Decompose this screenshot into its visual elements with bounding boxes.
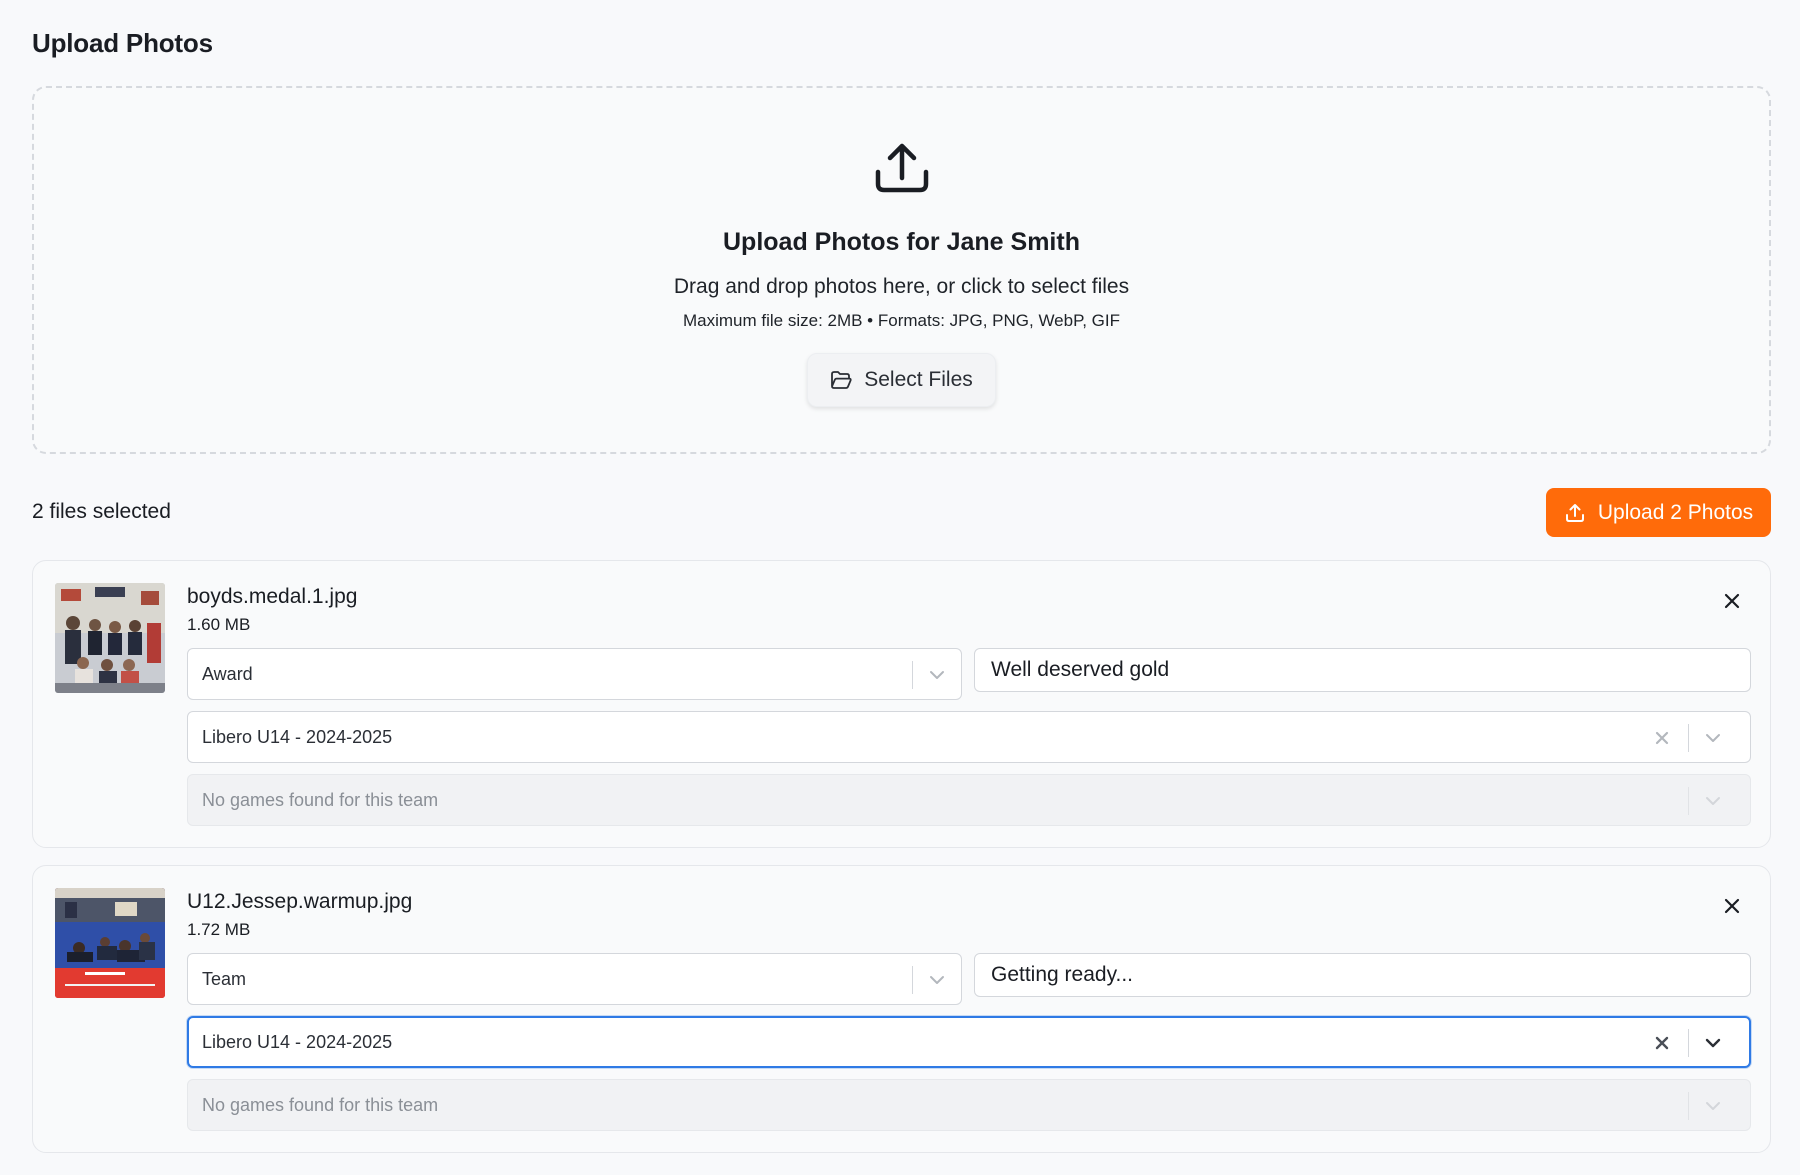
category-value: Team	[202, 969, 247, 989]
remove-file-button[interactable]	[1720, 894, 1744, 918]
caption-input[interactable]	[974, 648, 1751, 692]
chevron-down-icon[interactable]	[926, 664, 948, 686]
select-separator	[1688, 1029, 1689, 1057]
select-files-button[interactable]: Select Files	[807, 353, 996, 407]
game-select: No games found for this team	[187, 774, 1751, 826]
remove-file-button[interactable]	[1720, 589, 1744, 613]
game-placeholder: No games found for this team	[202, 790, 439, 810]
dropzone-formats: Maximum file size: 2MB • Formats: JPG, P…	[682, 311, 1121, 330]
photo-thumbnail	[55, 888, 165, 998]
select-separator	[1688, 787, 1689, 815]
photo-dropzone[interactable]: Upload Photos for Jane Smith Drag and dr…	[32, 86, 1771, 454]
folder-open-icon	[831, 371, 852, 389]
chevron-down-icon[interactable]	[1702, 727, 1724, 749]
select-separator	[912, 661, 913, 689]
clear-icon[interactable]	[1651, 727, 1673, 749]
dropzone-subtitle: Drag and drop photos here, or click to s…	[673, 275, 1130, 298]
select-files-label: Select Files	[864, 368, 973, 391]
file-card: boyds.medal.1.jpg 1.60 MB Award Libero U…	[32, 560, 1771, 848]
select-separator	[1688, 1092, 1689, 1120]
chevron-down-icon	[1706, 1102, 1720, 1110]
upload-tray-icon	[875, 143, 928, 193]
team-value: Libero U14 - 2024-2025	[202, 727, 393, 747]
dropzone-title: Upload Photos for Jane Smith	[723, 228, 1080, 256]
photo-thumbnail	[55, 583, 165, 693]
file-card: U12.Jessep.warmup.jpg 1.72 MB Team Liber…	[32, 865, 1771, 1153]
category-select[interactable]: Team	[187, 953, 962, 1005]
upload-icon	[1565, 503, 1584, 522]
team-select[interactable]: Libero U14 - 2024-2025	[187, 1016, 1751, 1068]
caption-input[interactable]	[974, 953, 1751, 997]
close-icon	[1724, 898, 1740, 914]
file-size: 1.60 MB	[187, 615, 251, 634]
page-title: Upload Photos	[32, 28, 213, 58]
upload-photos-button[interactable]: Upload 2 Photos	[1546, 488, 1771, 537]
file-size: 1.72 MB	[187, 920, 251, 939]
chevron-down-icon[interactable]	[1702, 1032, 1724, 1054]
game-select: No games found for this team	[187, 1079, 1751, 1131]
select-separator	[1688, 724, 1689, 752]
chevron-down-icon	[1706, 797, 1720, 805]
file-name: U12.Jessep.warmup.jpg	[187, 890, 413, 913]
chevron-down-icon[interactable]	[926, 969, 948, 991]
files-selected-count: 2 files selected	[32, 500, 171, 523]
category-value: Award	[202, 664, 253, 684]
team-value: Libero U14 - 2024-2025	[202, 1032, 393, 1052]
clear-icon[interactable]	[1651, 1032, 1673, 1054]
game-placeholder: No games found for this team	[202, 1095, 439, 1115]
file-name: boyds.medal.1.jpg	[187, 585, 358, 608]
category-select[interactable]: Award	[187, 648, 962, 700]
select-separator	[912, 966, 913, 994]
close-icon	[1724, 593, 1740, 609]
upload-button-label: Upload 2 Photos	[1597, 500, 1754, 524]
team-select[interactable]: Libero U14 - 2024-2025	[187, 711, 1751, 763]
